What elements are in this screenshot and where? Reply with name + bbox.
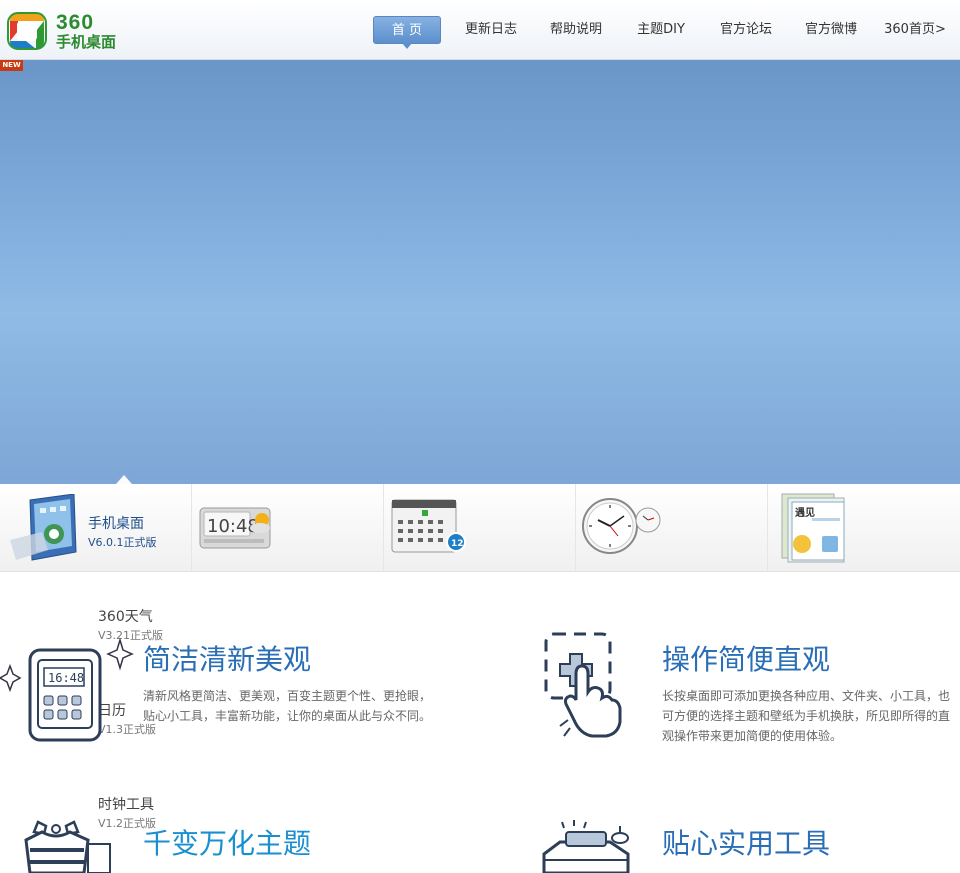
weather-name: 360天气 <box>98 609 153 625</box>
banner-pointer-icon <box>116 475 132 484</box>
feature-desc-easy: 长按桌面即可添加更换各种应用、文件夹、小工具，也可方便的选择主题和壁纸为手机换肤… <box>662 689 951 743</box>
phone-sketch-time: 16:48 <box>48 671 84 685</box>
thumb-phone-desktop[interactable]: 手机桌面 V6.0.1正式版 <box>0 484 192 572</box>
thumb-name: 手机桌面 <box>88 516 144 532</box>
nav-theme-diy[interactable]: 主题DIY <box>633 16 689 44</box>
feature-title-tools: 贴心实用工具 <box>662 827 831 860</box>
feature-title-themes: 千变万化主题 <box>143 827 312 860</box>
clock-name: 时钟工具 <box>98 797 154 813</box>
product-thumbnail-strip: 手机桌面 V6.0.1正式版 10:48 12 遇见 <box>0 484 960 572</box>
thumb-version: V6.0.1正式版 <box>88 536 157 549</box>
logo-subtitle: 手机桌面 <box>56 33 117 51</box>
nav-weibo[interactable]: 官方微博 <box>803 16 859 44</box>
weather-widget-icon: 10:48 <box>199 507 271 549</box>
feature-title-clean: 简洁清新美观 <box>143 643 312 676</box>
feature-desc-clean: 清新风格更简洁、更美观，百变主题更个性、更抢眼，贴心小工具，丰富新功能，让你的桌… <box>143 689 432 723</box>
nav-help[interactable]: 帮助说明 <box>548 16 604 44</box>
logo-icon <box>7 12 47 50</box>
thumb-weather[interactable]: 10:48 <box>192 484 384 572</box>
hero-banner[interactable] <box>0 60 960 484</box>
feature-title-easy: 操作简便直观 <box>662 643 831 676</box>
shirt-theme-icon <box>24 820 111 873</box>
calendar-date: 12 <box>451 539 464 549</box>
thumb-calendar[interactable]: 12 <box>384 484 576 572</box>
clock-widget-icon <box>582 498 661 554</box>
phone-desktop-icon <box>10 494 77 561</box>
site-header: 360 手机桌面 首 页 更新日志 帮助说明 主题DIY 官方论坛 官方微博 3… <box>0 0 960 60</box>
thumb-clock[interactable] <box>576 484 768 572</box>
thumb-theme[interactable]: 遇见 <box>768 484 960 572</box>
new-badge: NEW <box>0 60 23 71</box>
calendar-widget-icon: 12 <box>391 499 466 553</box>
nav-forum[interactable]: 官方论坛 <box>718 16 774 44</box>
wallpaper-text: 遇见 <box>795 506 815 519</box>
nav-360-home[interactable]: 360首页> <box>882 16 948 44</box>
nav-home[interactable]: 首 页 <box>373 16 441 49</box>
site-logo[interactable]: 360 手机桌面 <box>6 9 118 53</box>
phone-sketch-icon: 16:48 <box>0 637 134 742</box>
touch-hand-icon <box>544 632 622 738</box>
nav-changelog[interactable]: 更新日志 <box>463 16 519 44</box>
toolbox-icon <box>542 820 630 873</box>
theme-wallpaper-icon: 遇见 <box>781 493 845 563</box>
